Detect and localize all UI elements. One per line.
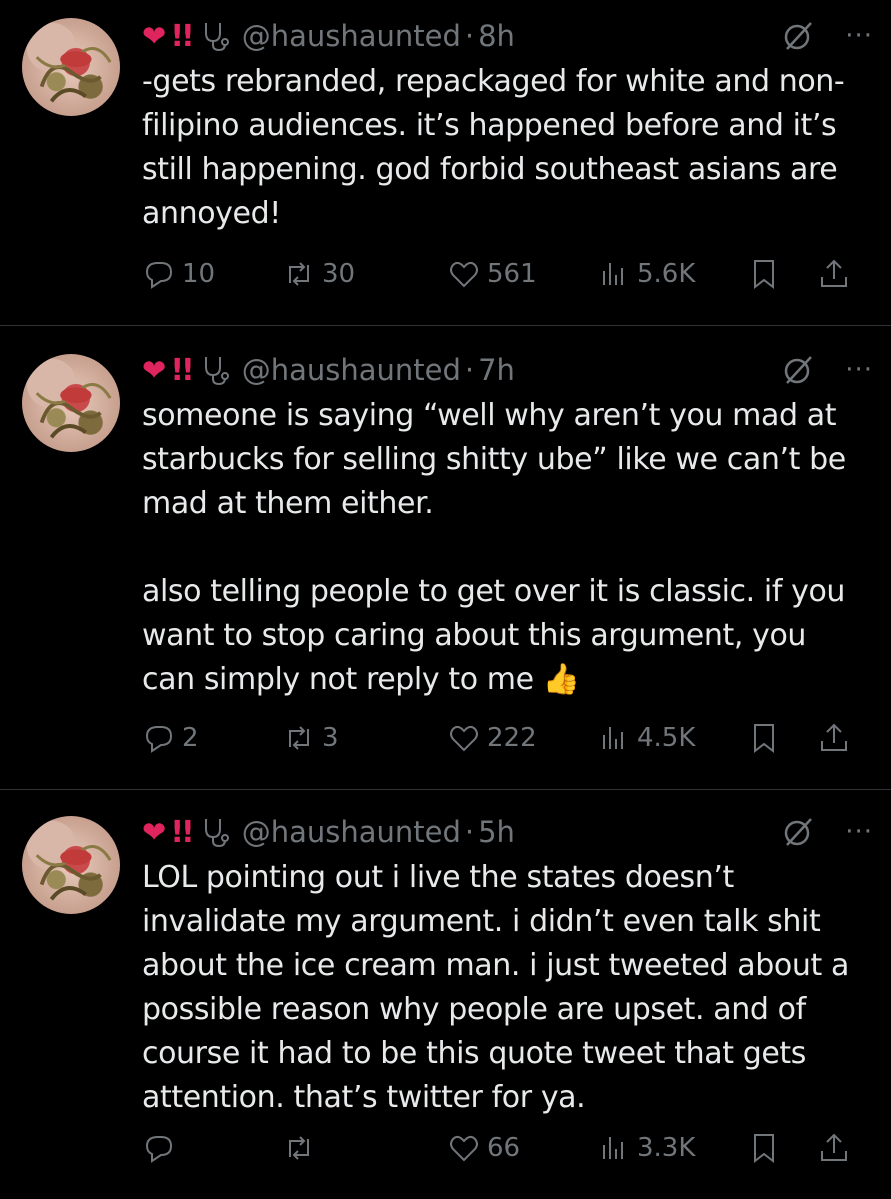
exclamation-emoji: !! <box>170 814 194 850</box>
avatar[interactable] <box>22 354 120 452</box>
retweet-icon <box>289 726 309 750</box>
like-icon <box>450 1135 478 1162</box>
share-icon <box>821 1133 847 1161</box>
like-count: 222 <box>487 723 537 753</box>
share-button[interactable] <box>817 721 857 755</box>
tweet-header: ❤ !! @haushaunted · 7h ··· <box>142 350 873 390</box>
timeline: ❤ !! @haushaunted · 8h ··· -gets rebrand… <box>0 0 891 1199</box>
tweet-text: someone is saying “well why aren’t you m… <box>142 394 867 702</box>
bookmark-button[interactable] <box>747 1131 817 1165</box>
bookmark-button[interactable] <box>747 257 817 291</box>
exclamation-emoji: !! <box>170 18 194 54</box>
bookmark-button[interactable] <box>747 721 817 755</box>
grok-icon[interactable] <box>781 815 815 849</box>
view-count: 3.3K <box>637 1133 696 1163</box>
retweet-button[interactable]: 30 <box>282 257 447 291</box>
action-bar: 10 30 561 5.6K <box>142 252 867 296</box>
reply-icon <box>145 726 173 753</box>
bookmark-icon <box>754 260 774 290</box>
avatar[interactable] <box>22 816 120 914</box>
user-handle[interactable]: @haushaunted <box>242 353 461 387</box>
user-handle[interactable]: @haushaunted <box>242 815 461 849</box>
retweet-button[interactable]: 3 <box>282 721 447 755</box>
retweet-count: 30 <box>322 259 356 289</box>
grok-icon[interactable] <box>781 353 815 387</box>
like-button[interactable]: 561 <box>447 257 597 291</box>
tweet-text: -gets rebranded, repackaged for white an… <box>142 64 847 231</box>
more-icon[interactable]: ··· <box>845 817 873 847</box>
separator-dot: · <box>464 353 475 387</box>
exclamation-emoji: !! <box>170 352 194 388</box>
retweet-count: 3 <box>322 723 339 753</box>
views-button[interactable]: 5.6K <box>597 257 747 291</box>
separator-dot: · <box>464 19 475 53</box>
tweet[interactable]: ❤ !! @haushaunted · 8h ··· -gets rebrand… <box>0 0 891 326</box>
view-count: 5.6K <box>637 259 696 289</box>
timestamp[interactable]: 8h <box>478 19 515 53</box>
views-button[interactable]: 4.5K <box>597 721 747 755</box>
share-icon <box>821 723 847 751</box>
reply-icon <box>145 1136 173 1163</box>
thumbs-up-emoji: 👍 <box>542 662 580 697</box>
avatar[interactable] <box>22 18 120 116</box>
action-bar: 2 3 222 4.5K <box>142 716 867 760</box>
like-button[interactable]: 222 <box>447 721 597 755</box>
stethoscope-icon <box>198 815 232 849</box>
stethoscope-icon <box>198 19 232 53</box>
more-icon[interactable]: ··· <box>845 355 873 385</box>
views-icon <box>603 1137 623 1159</box>
retweet-button[interactable] <box>282 1131 447 1165</box>
timestamp[interactable]: 5h <box>478 815 515 849</box>
tweet[interactable]: ❤ !! @haushaunted · 7h ··· someone is sa… <box>0 326 891 790</box>
views-button[interactable]: 3.3K <box>597 1131 747 1165</box>
tweet-header: ❤ !! @haushaunted · 5h ··· <box>142 812 873 852</box>
share-button[interactable] <box>817 257 857 291</box>
stethoscope-icon <box>198 353 232 387</box>
separator-dot: · <box>464 815 475 849</box>
tweet-text: LOL pointing out i live the states doesn… <box>142 860 859 1115</box>
share-icon <box>821 259 847 287</box>
like-count: 561 <box>487 259 537 289</box>
share-button[interactable] <box>817 1131 857 1165</box>
like-button[interactable]: 66 <box>447 1131 597 1165</box>
reply-count: 10 <box>182 259 216 289</box>
view-count: 4.5K <box>637 723 696 753</box>
timestamp[interactable]: 7h <box>478 353 515 387</box>
tweet[interactable]: ❤ !! @haushaunted · 5h ··· LOL pointing … <box>0 790 891 1199</box>
bookmark-icon <box>754 1134 774 1164</box>
tweet-header: ❤ !! @haushaunted · 8h ··· <box>142 16 873 56</box>
views-icon <box>603 263 623 285</box>
like-icon <box>450 261 478 288</box>
retweet-icon <box>289 262 309 286</box>
views-icon <box>603 727 623 749</box>
grok-icon[interactable] <box>781 19 815 53</box>
user-handle[interactable]: @haushaunted <box>242 19 461 53</box>
reply-button[interactable]: 10 <box>142 257 282 291</box>
heart-emoji: ❤ <box>142 353 167 387</box>
tweet-text-content: someone is saying “well why aren’t you m… <box>142 398 846 697</box>
action-bar: 66 3.3K <box>142 1126 867 1170</box>
retweet-icon <box>289 1136 309 1160</box>
more-icon[interactable]: ··· <box>845 21 873 51</box>
bookmark-icon <box>754 724 774 754</box>
like-count: 66 <box>487 1133 521 1163</box>
reply-button[interactable]: 2 <box>142 721 282 755</box>
heart-emoji: ❤ <box>142 815 167 849</box>
reply-icon <box>145 262 173 289</box>
heart-emoji: ❤ <box>142 19 167 53</box>
reply-count: 2 <box>182 723 199 753</box>
like-icon <box>450 725 478 752</box>
reply-button[interactable] <box>142 1131 282 1165</box>
